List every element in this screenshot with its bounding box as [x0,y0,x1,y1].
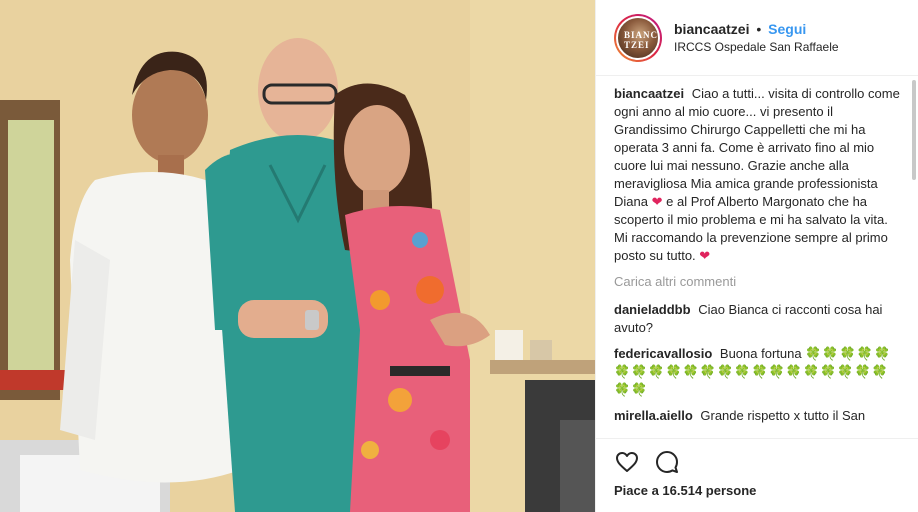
comment-item: danieladdbb Ciao Bianca ci racconti cosa… [614,301,904,337]
like-button[interactable] [614,449,640,475]
comment-username[interactable]: mirella.aiello [614,408,693,423]
photo-illustration [0,0,595,512]
caption-text-3: Mi raccomando la prevenzione sempre al p… [614,230,888,263]
comment-text: Grande rispetto x tutto il San [700,408,866,423]
location-link[interactable]: IRCCS Ospedale San Raffaele [674,38,839,56]
header-text: biancaatzei • Segui IRCCS Ospedale San R… [674,20,839,56]
instagram-post: BIANCA TZEI biancaatzei • Segui IRCCS Os… [0,0,918,512]
separator-dot: • [756,20,762,37]
comment-text: Buona fortuna [719,346,802,361]
caption-text-1: Ciao a tutti... visita di controllo come… [614,86,900,209]
comment-button[interactable] [654,449,680,475]
avatar-image: BIANCA TZEI [616,15,660,60]
comment-username[interactable]: danieladdbb [614,302,691,317]
post-photo[interactable] [0,0,595,512]
header-row: biancaatzei • Segui [674,20,839,38]
comment-bubble-icon [656,451,678,473]
caption: biancaatzei Ciao a tutti... visita di co… [614,85,904,265]
comment-item: federicavallosio Buona fortuna 🍀🍀🍀🍀🍀🍀🍀🍀🍀… [614,345,904,399]
comments-list[interactable]: biancaatzei Ciao a tutti... visita di co… [614,85,904,438]
username-link[interactable]: biancaatzei [674,21,749,37]
heart-emoji-icon: ❤ [651,194,663,209]
action-bar [614,449,900,475]
avatar-text: BIANCA TZEI [624,29,659,50]
load-more-comments-button[interactable]: Carica altri commenti [614,273,904,291]
post-header: BIANCA TZEI biancaatzei • Segui IRCCS Os… [596,0,918,76]
heart-outline-icon [616,452,638,472]
comment-username[interactable]: federicavallosio [614,346,712,361]
caption-username[interactable]: biancaatzei [614,86,684,101]
post-footer: Piace a 16.514 persone [596,438,918,512]
heart-emoji-icon: ❤ [699,248,711,263]
likes-count[interactable]: Piace a 16.514 persone [614,483,900,498]
comments-scrollbar[interactable] [912,80,916,180]
post-side-panel: BIANCA TZEI biancaatzei • Segui IRCCS Os… [595,0,918,512]
avatar[interactable]: BIANCA TZEI [614,13,662,62]
comment-item: mirella.aiello Grande rispetto x tutto i… [614,407,904,425]
follow-button[interactable]: Segui [768,21,806,37]
